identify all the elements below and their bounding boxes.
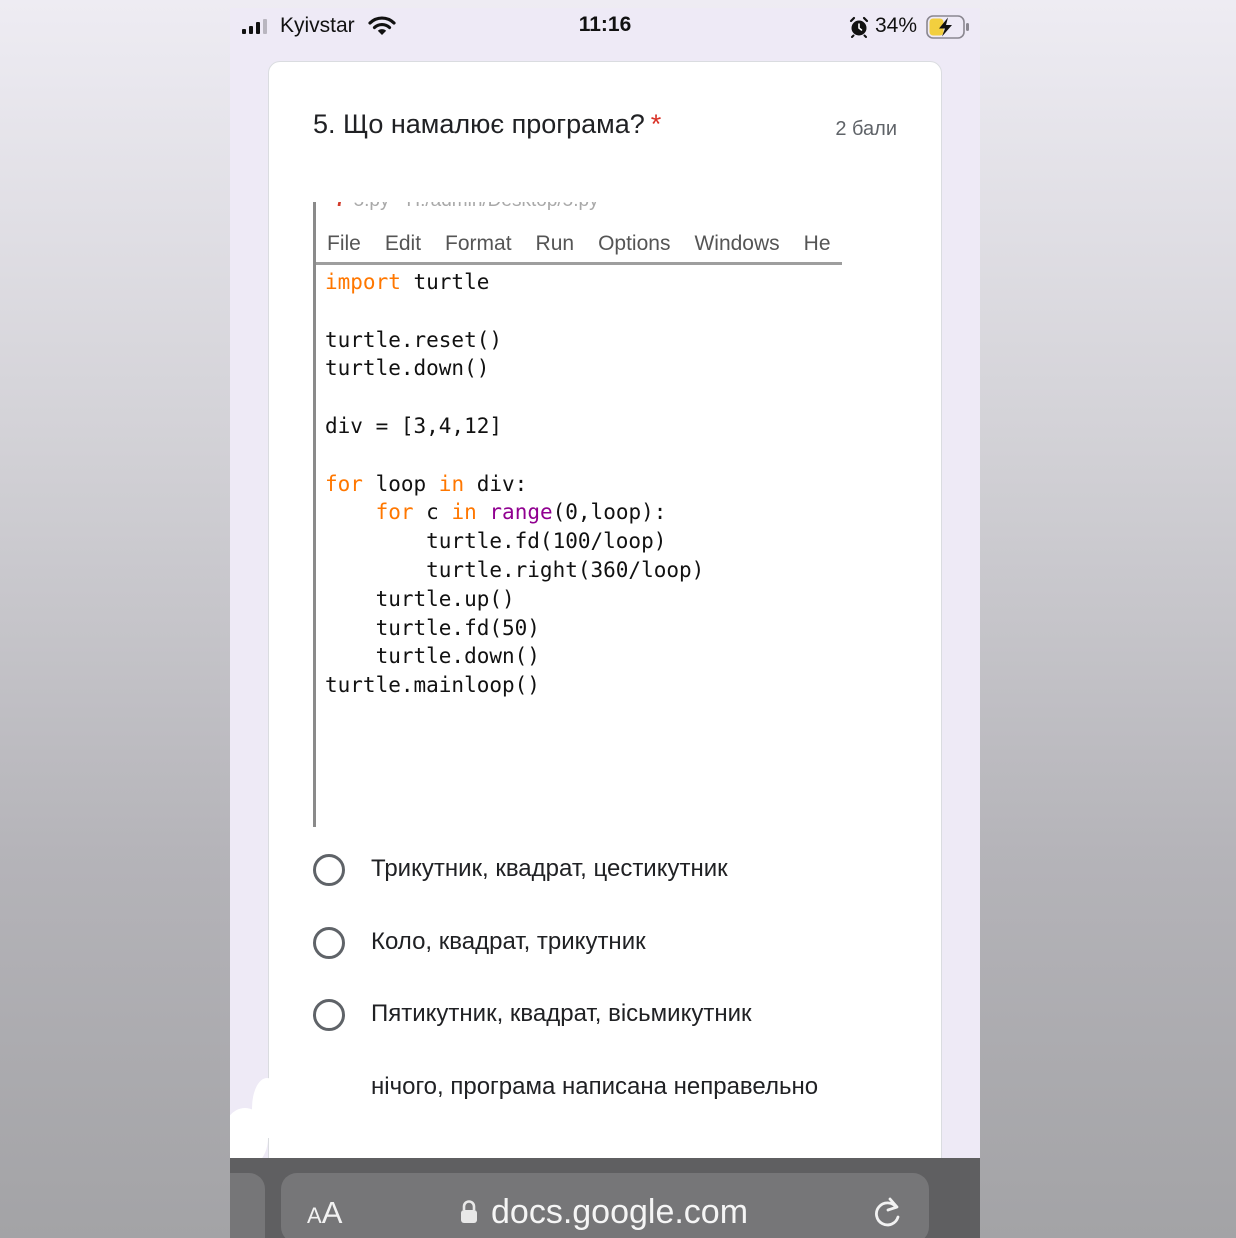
editor-window-title: 7 5.py - H:/admin/Desktop/5.py (335, 202, 599, 212)
scribble-mark (252, 1078, 282, 1138)
answer-option-2[interactable]: Коло, квадрат, трикутник (313, 923, 646, 963)
code-text: turtle.down() (325, 644, 540, 669)
code-text: turtle.up() (325, 586, 515, 611)
menu-help: He (803, 232, 831, 255)
code-line: turtle.reset() (325, 326, 704, 355)
code-line: turtle.up() (325, 585, 704, 614)
code-text: div: (464, 471, 528, 496)
code-text: turtle.fd(100/loop) (325, 529, 667, 554)
code-text: loop (362, 471, 439, 496)
radio-button-icon[interactable] (313, 999, 345, 1031)
code-line: for c in range(0,loop): (325, 498, 704, 527)
menu-windows: Windows (694, 232, 780, 255)
code-line: div = [3,4,12] (325, 412, 704, 441)
answer-option-4[interactable]: нічого, програма написана неправельно (313, 1068, 818, 1108)
code-text: div = [3,4,12] (325, 413, 503, 438)
code-text: turtle.fd(50) (325, 615, 540, 640)
code-text: turtle.mainloop() (325, 673, 540, 698)
code-builtin: range (489, 500, 553, 525)
editor-left-border (313, 202, 316, 827)
code-line: turtle.down() (325, 642, 704, 671)
answer-option-label: нічого, програма написана неправельно (371, 1073, 819, 1100)
question-title: 5. Що намалює програма? * (313, 109, 661, 140)
question-card: 5. Що намалює програма?* 2 бали 7 5.py - … (268, 61, 942, 1213)
menu-run: Run (535, 232, 575, 255)
code-keyword: import (325, 270, 401, 294)
battery-charging-icon (926, 15, 970, 44)
menu-format: Format (445, 232, 512, 255)
code-line: turtle.fd(100/loop) (325, 527, 704, 556)
python-code-block: import turtle turtle.reset() turtle.down()… (325, 268, 704, 700)
required-asterisk: * (650, 109, 662, 139)
radio-button-icon[interactable] (313, 927, 345, 959)
answer-option-label: Трикутник, квадрат, цестикутник (371, 855, 728, 882)
menu-file: File (327, 232, 361, 255)
code-text: turtle (400, 270, 490, 294)
answer-option-1[interactable]: Трикутник, квадрат, цестикутник (313, 850, 728, 890)
code-line: turtle.right(360/loop) (325, 556, 704, 585)
menubar-divider (316, 262, 842, 265)
alarm-icon (849, 16, 869, 43)
code-line: for loop in div: (325, 470, 704, 499)
address-bar[interactable]: AA docs.google.com (281, 1173, 929, 1238)
text-size-button[interactable]: AA (307, 1195, 342, 1231)
code-line: turtle.fd(50) (325, 614, 704, 643)
radio-button-icon[interactable] (313, 854, 345, 886)
code-line: turtle.mainloop() (325, 671, 704, 700)
answer-option-3[interactable]: Пятикутник, квадрат, вісьмикутник (313, 995, 751, 1035)
lock-icon (459, 1199, 479, 1230)
text-size-large-a: A (321, 1195, 343, 1230)
code-text: (0,loop): (552, 500, 667, 525)
python-file-icon: 7 (335, 202, 346, 211)
text-size-small-a: A (307, 1203, 322, 1228)
menu-options: Options (598, 232, 671, 255)
code-text: turtle.down() (325, 356, 490, 381)
question-points: 2 бали (835, 118, 897, 140)
code-line: import turtle (325, 268, 704, 297)
code-text: c (413, 500, 452, 525)
status-bar: Kyivstar 11:16 34% (230, 8, 980, 48)
editor-window-title-text: 5.py - H:/admin/Desktop/5.py (354, 202, 599, 211)
code-keyword: for (325, 471, 363, 496)
code-screenshot-image: 7 5.py - H:/admin/Desktop/5.py File Edit … (313, 202, 843, 832)
code-line: turtle.down() (325, 354, 704, 383)
code-keyword: in (451, 500, 477, 525)
code-text: turtle.reset() (325, 327, 503, 352)
editor-menubar: File Edit Format Run Options Windows He (327, 232, 843, 256)
code-keyword: for (375, 500, 414, 525)
answer-option-label: Пятикутник, квадрат, вісьмикутник (371, 1000, 752, 1027)
url-text[interactable]: docs.google.com (491, 1193, 748, 1232)
answer-option-label: Коло, квадрат, трикутник (371, 928, 646, 955)
previous-tab-edge[interactable] (230, 1173, 265, 1238)
menu-edit: Edit (384, 232, 422, 255)
question-text: 5. Що намалює програма? (313, 109, 645, 139)
phone-screen: Kyivstar 11:16 34% 5. Що намалює програм… (230, 8, 980, 1238)
battery-percent: 34% (875, 14, 918, 37)
code-text: turtle.right(360/loop) (325, 557, 705, 582)
code-keyword: in (438, 471, 465, 496)
browser-toolbar: AA docs.google.com (230, 1158, 980, 1238)
reload-icon[interactable] (870, 1195, 904, 1236)
